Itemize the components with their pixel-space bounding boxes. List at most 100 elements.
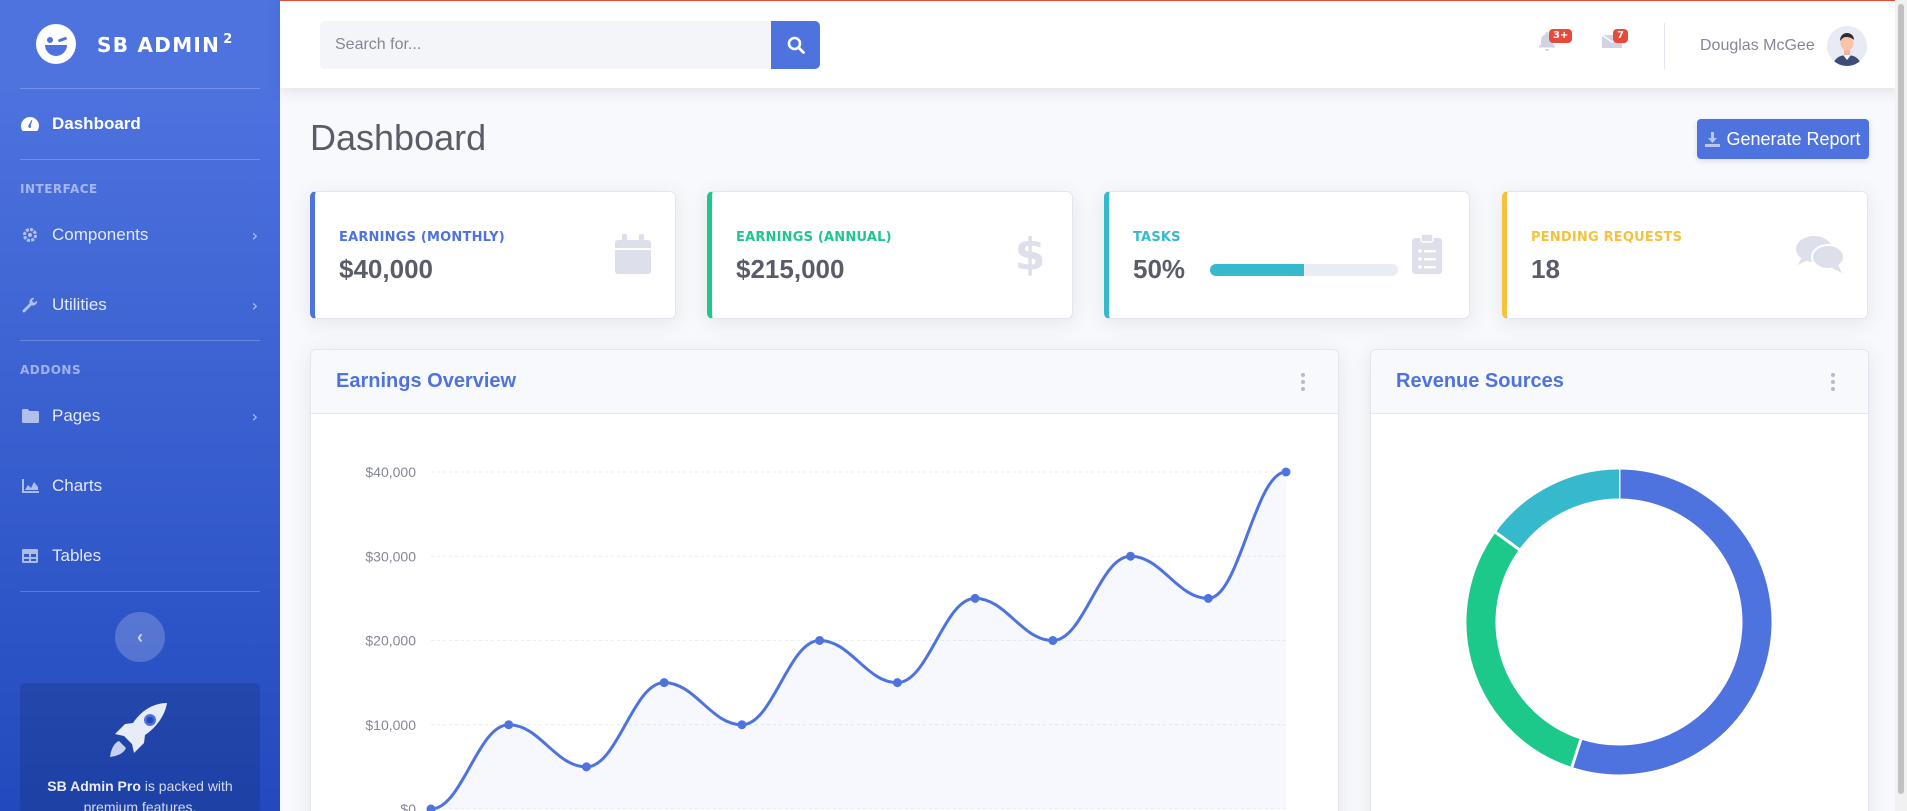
y-tick-label: $0 [400, 801, 416, 811]
donut-slice [1495, 469, 1620, 550]
avatar [1826, 26, 1867, 66]
topbar: 3+ 7 Douglas McGee [280, 0, 1907, 88]
alerts-badge: 3+ [1549, 29, 1573, 43]
cog-icon [20, 225, 40, 245]
sidebar-item-label: Components [52, 225, 149, 244]
search-button[interactable] [771, 21, 820, 69]
sidebar-item-pages[interactable]: Pages › [0, 381, 280, 451]
clipboard-list-icon [1407, 232, 1447, 276]
data-point [426, 804, 436, 811]
y-tick-label: $10,000 [365, 717, 416, 733]
sidebar-toggle-button[interactable]: ‹ [115, 612, 165, 662]
page-scrollbar[interactable] [1895, 0, 1907, 811]
topbar-divider [1664, 23, 1665, 69]
calendar-icon [613, 232, 653, 276]
chevron-right-icon: › [251, 225, 258, 245]
messages-badge: 7 [1613, 29, 1628, 43]
table-icon [20, 546, 40, 566]
ellipsis-vertical-icon[interactable] [1818, 367, 1848, 397]
data-point [1281, 467, 1291, 477]
sidebar-item-charts[interactable]: Charts [0, 451, 280, 521]
data-point [659, 678, 669, 688]
y-tick-label: $30,000 [365, 548, 416, 564]
sidebar-item-utilities[interactable]: Utilities › [0, 270, 280, 340]
stat-label: PENDING REQUESTS [1531, 230, 1683, 245]
generate-report-button[interactable]: Generate Report [1697, 119, 1869, 159]
card-header: Revenue Sources [1371, 350, 1868, 414]
laugh-wink-icon [36, 24, 76, 64]
brand-link[interactable]: SB ADMIN 2 [0, 0, 280, 88]
data-point [970, 593, 980, 603]
scrollbar-thumb[interactable] [1898, 4, 1904, 794]
donut-slice [1571, 469, 1772, 775]
sidebar-heading-interface: INTERFACE [20, 182, 98, 196]
sidebar-item-label: Charts [52, 476, 103, 495]
stat-value: 18 [1531, 254, 1560, 284]
stat-card-pending-requests: PENDING REQUESTS 18 [1502, 191, 1868, 319]
user-name: Douglas McGee [1700, 37, 1815, 54]
chevron-left-icon: ‹ [137, 626, 143, 647]
search-input[interactable] [320, 21, 771, 69]
page-title: Dashboard [310, 117, 487, 158]
dollar-icon: $ [1014, 228, 1046, 280]
card-header: Earnings Overview [311, 350, 1338, 414]
sidebar-promo-card: SB Admin Pro is packed with premium feat… [20, 683, 260, 811]
alerts-dropdown[interactable]: 3+ [1537, 29, 1573, 57]
sidebar-toggle-wrap: ‹ [0, 592, 280, 662]
data-point [1203, 593, 1213, 603]
chevron-right-icon: › [251, 295, 258, 315]
sidebar-item-label: Dashboard [52, 114, 141, 133]
y-tick-label: $20,000 [365, 633, 416, 649]
stat-card-earnings-annual: EARNINGS (ANNUAL) $215,000 $ [707, 191, 1073, 319]
download-icon [1705, 131, 1721, 147]
stat-value: 50% [1133, 254, 1186, 284]
chevron-right-icon: › [251, 406, 258, 426]
data-point [581, 762, 591, 772]
tasks-progress-bar [1210, 264, 1304, 276]
messages-dropdown[interactable]: 7 [1601, 29, 1628, 57]
revenue-sources-card: Revenue Sources [1370, 349, 1869, 811]
data-point [815, 636, 825, 645]
generate-report-label: Generate Report [1726, 128, 1861, 149]
topbar-search [320, 21, 820, 69]
sidebar-item-components[interactable]: Components › [0, 200, 280, 270]
sidebar-heading-addons: ADDONS [20, 363, 82, 377]
stat-value: $215,000 [736, 254, 845, 284]
rocket-icon [110, 703, 167, 757]
sidebar-item-label: Pages [52, 406, 101, 425]
sidebar-item-dashboard[interactable]: Dashboard [0, 89, 280, 159]
sidebar-item-tables[interactable]: Tables [0, 521, 280, 591]
data-point [892, 678, 902, 688]
y-tick-label: $40,000 [365, 464, 416, 480]
data-point [737, 720, 747, 730]
data-point [1126, 551, 1136, 561]
chart-area-icon [20, 476, 40, 496]
sidebar: SB ADMIN 2 Dashboard INTERFACE Components… [0, 0, 280, 811]
sidebar-item-label: Utilities [52, 295, 107, 314]
wrench-icon [20, 295, 40, 315]
card-title: Revenue Sources [1396, 370, 1564, 392]
ellipsis-vertical-icon[interactable] [1288, 367, 1318, 397]
card-title: Earnings Overview [336, 370, 517, 392]
tasks-progress [1210, 264, 1398, 276]
folder-icon [20, 406, 40, 426]
stat-label: EARNINGS (ANNUAL) [736, 230, 892, 245]
stat-card-tasks: TASKS 50% [1104, 191, 1470, 319]
stat-label: EARNINGS (MONTHLY) [339, 230, 505, 245]
user-dropdown[interactable]: Douglas McGee [1700, 25, 1867, 67]
tachometer-icon [20, 114, 40, 134]
comments-icon [1795, 232, 1845, 276]
donut-slice [1466, 532, 1582, 768]
stat-value: $40,000 [339, 254, 433, 284]
data-point [1048, 636, 1058, 645]
earnings-area-chart: $0 $10,000 $20,000 $30,000 $40,000 [365, 464, 1291, 811]
brand-name: SB ADMIN 2 [97, 31, 234, 57]
search-icon [787, 36, 805, 54]
earnings-overview-card: Earnings Overview $0 $10,000 $20,000 $30,00… [310, 349, 1339, 811]
data-point [504, 720, 514, 730]
stat-card-earnings-monthly: EARNINGS (MONTHLY) $40,000 [310, 191, 676, 319]
promo-text: SB Admin Pro is packed with premium feat… [47, 778, 233, 811]
sidebar-item-label: Tables [52, 546, 102, 565]
stat-label: TASKS [1133, 230, 1181, 245]
revenue-donut-chart [1466, 469, 1772, 775]
